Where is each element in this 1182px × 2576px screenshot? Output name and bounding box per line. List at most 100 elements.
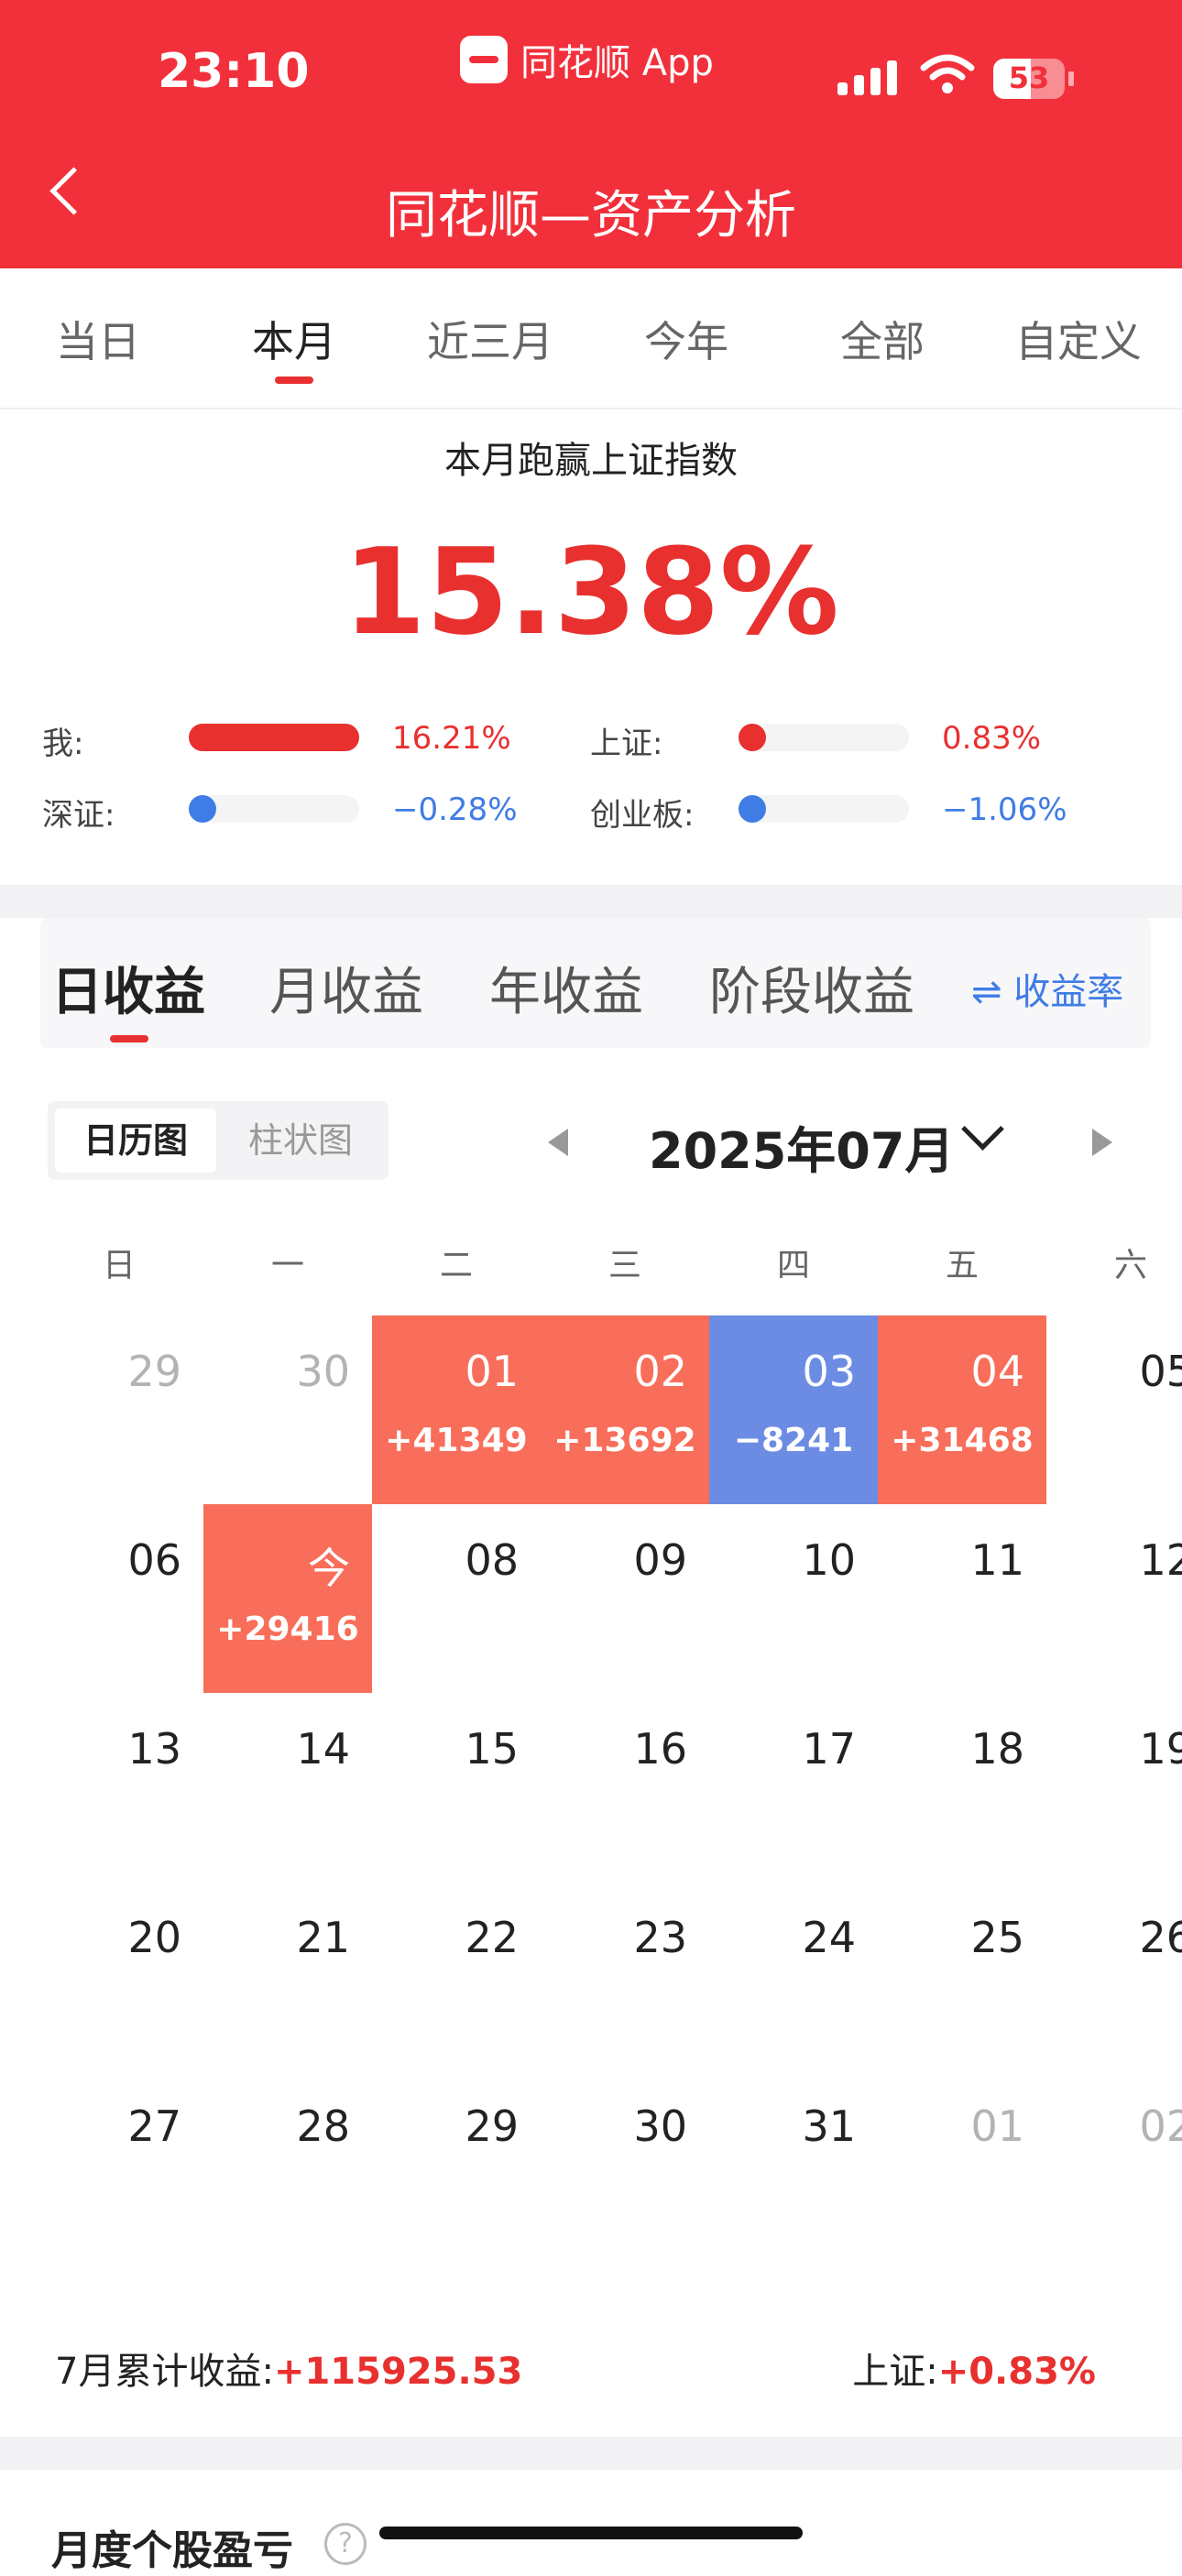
calendar-day[interactable]: 29 [35, 1315, 203, 1504]
app-logo-icon [460, 36, 508, 83]
calendar-day[interactable]: 20 [35, 1882, 203, 2070]
tab-custom[interactable]: 自定义 [980, 309, 1177, 369]
calendar-day[interactable]: 06 [35, 1504, 203, 1693]
day-number: 29 [465, 2101, 519, 2151]
battery-icon: 53 [993, 59, 1065, 99]
day-number: 17 [802, 1724, 856, 1774]
cmp-bar-szse [189, 795, 216, 823]
calendar-day[interactable]: 02 +13692 [541, 1315, 709, 1504]
prev-month-icon[interactable] [548, 1129, 568, 1156]
cmp-label-szse: 深证: [42, 797, 115, 834]
section-title: 月度个股盈亏 [51, 2527, 293, 2574]
monthly-cumulative: 7月累计收益:+115925.53 [55, 2341, 522, 2395]
calendar-day[interactable]: 15 [372, 1693, 541, 1882]
month-selector[interactable]: 2025年07月 [649, 1110, 954, 1183]
battery-level: 53 [1008, 60, 1050, 95]
day-number: 12 [1139, 1535, 1182, 1585]
day-profit: +41349 [385, 1422, 528, 1459]
wifi-icon [920, 54, 975, 93]
calendar-day[interactable]: 23 [541, 1882, 709, 2070]
day-number: 21 [296, 1913, 350, 1962]
weekday-label: 六 [1113, 1247, 1147, 1284]
cellular-signal-icon [837, 60, 897, 95]
help-icon[interactable]: ? [324, 2523, 367, 2565]
calendar-day[interactable]: 02 [1046, 2070, 1182, 2259]
calendar-day[interactable]: 27 [35, 2070, 203, 2259]
cmp-value-szse: −0.28% [392, 791, 518, 828]
cmp-track-szse [189, 795, 359, 823]
cmp-bar-chinext [739, 795, 766, 823]
cmp-track-me [189, 724, 359, 751]
calendar-day[interactable]: 今 +29416 [203, 1504, 372, 1693]
calendar-day[interactable]: 16 [541, 1693, 709, 1882]
chevron-down-icon[interactable] [961, 1108, 1004, 1151]
calendar-day[interactable]: 01 [878, 2070, 1046, 2259]
home-indicator [379, 2527, 803, 2539]
day-number: 02 [633, 1347, 687, 1396]
calendar-view-button[interactable]: 日历图 [55, 1108, 216, 1173]
tab-daily-returns[interactable]: 日收益 [51, 951, 205, 1025]
summary-title: 本月跑赢上证指数 [444, 440, 738, 482]
calendar-day[interactable]: 28 [203, 2070, 372, 2259]
calendar-day[interactable]: 18 [878, 1693, 1046, 1882]
calendar-day[interactable]: 05 [1046, 1315, 1182, 1504]
calendar-day[interactable]: 24 [709, 1882, 878, 2070]
calendar-day[interactable]: 12 [1046, 1504, 1182, 1693]
day-number: 13 [127, 1724, 181, 1774]
calendar-day[interactable]: 03 −8241 [709, 1315, 878, 1504]
day-number: 29 [127, 1347, 181, 1396]
tab-this-year[interactable]: 今年 [588, 309, 784, 369]
return-rate-toggle[interactable]: ⇌ 收益率 [971, 962, 1123, 1015]
day-number: 11 [970, 1535, 1024, 1585]
calendar-day[interactable]: 08 [372, 1504, 541, 1693]
day-number: 19 [1139, 1724, 1182, 1774]
calendar-day[interactable]: 09 [541, 1504, 709, 1693]
day-number: 28 [296, 2101, 350, 2151]
day-profit: −8241 [733, 1422, 854, 1459]
view-toggle: 日历图 柱状图 [48, 1101, 389, 1180]
calendar-day[interactable]: 30 [541, 2070, 709, 2259]
calendar-day[interactable]: 29 [372, 2070, 541, 2259]
calendar-day[interactable]: 11 [878, 1504, 1046, 1693]
battery-cap [1068, 71, 1074, 86]
cumulative-label: 7月累计收益: [55, 2351, 274, 2393]
calendar-day[interactable]: 25 [878, 1882, 1046, 2070]
day-number: 22 [465, 1913, 519, 1962]
calendar-day[interactable]: 17 [709, 1693, 878, 1882]
day-number: 03 [802, 1347, 856, 1396]
outperform-value: 15.38% [343, 522, 839, 661]
day-number: 24 [802, 1913, 856, 1962]
calendar-day[interactable]: 30 [203, 1315, 372, 1504]
calendar-day[interactable]: 14 [203, 1693, 372, 1882]
index-return: 上证:+0.83% [852, 2341, 1096, 2395]
bar-view-button[interactable]: 柱状图 [220, 1108, 381, 1173]
calendar-day[interactable]: 01 +41349 [372, 1315, 541, 1504]
next-month-icon[interactable] [1092, 1129, 1112, 1156]
tab-this-month[interactable]: 本月 [196, 309, 392, 369]
day-number: 20 [127, 1913, 181, 1962]
day-number: 01 [970, 2101, 1024, 2151]
tab-all[interactable]: 全部 [784, 309, 980, 369]
day-profit: +13692 [553, 1422, 696, 1459]
tab-monthly-returns[interactable]: 月收益 [269, 951, 423, 1025]
tab-today[interactable]: 当日 [0, 309, 196, 369]
calendar-day[interactable]: 31 [709, 2070, 878, 2259]
cmp-label-chinext: 创业板: [590, 797, 695, 834]
day-number: 18 [970, 1724, 1024, 1774]
day-number: 15 [465, 1724, 519, 1774]
calendar-day[interactable]: 04 +31468 [878, 1315, 1046, 1504]
calendar-day[interactable]: 13 [35, 1693, 203, 1882]
tab-three-months[interactable]: 近三月 [392, 309, 588, 369]
calendar-day[interactable]: 19 [1046, 1693, 1182, 1882]
calendar-day[interactable]: 21 [203, 1882, 372, 2070]
tab-period-returns[interactable]: 阶段收益 [709, 951, 914, 1025]
calendar-day[interactable]: 10 [709, 1504, 878, 1693]
calendar-day[interactable]: 22 [372, 1882, 541, 2070]
day-number: 16 [633, 1724, 687, 1774]
cmp-track-sse [739, 724, 909, 751]
day-number: 01 [465, 1347, 519, 1396]
tab-yearly-returns[interactable]: 年收益 [489, 951, 643, 1025]
cmp-value-me: 16.21% [392, 720, 511, 757]
calendar-day[interactable]: 26 [1046, 1882, 1182, 2070]
weekday-label: 日 [102, 1247, 136, 1284]
